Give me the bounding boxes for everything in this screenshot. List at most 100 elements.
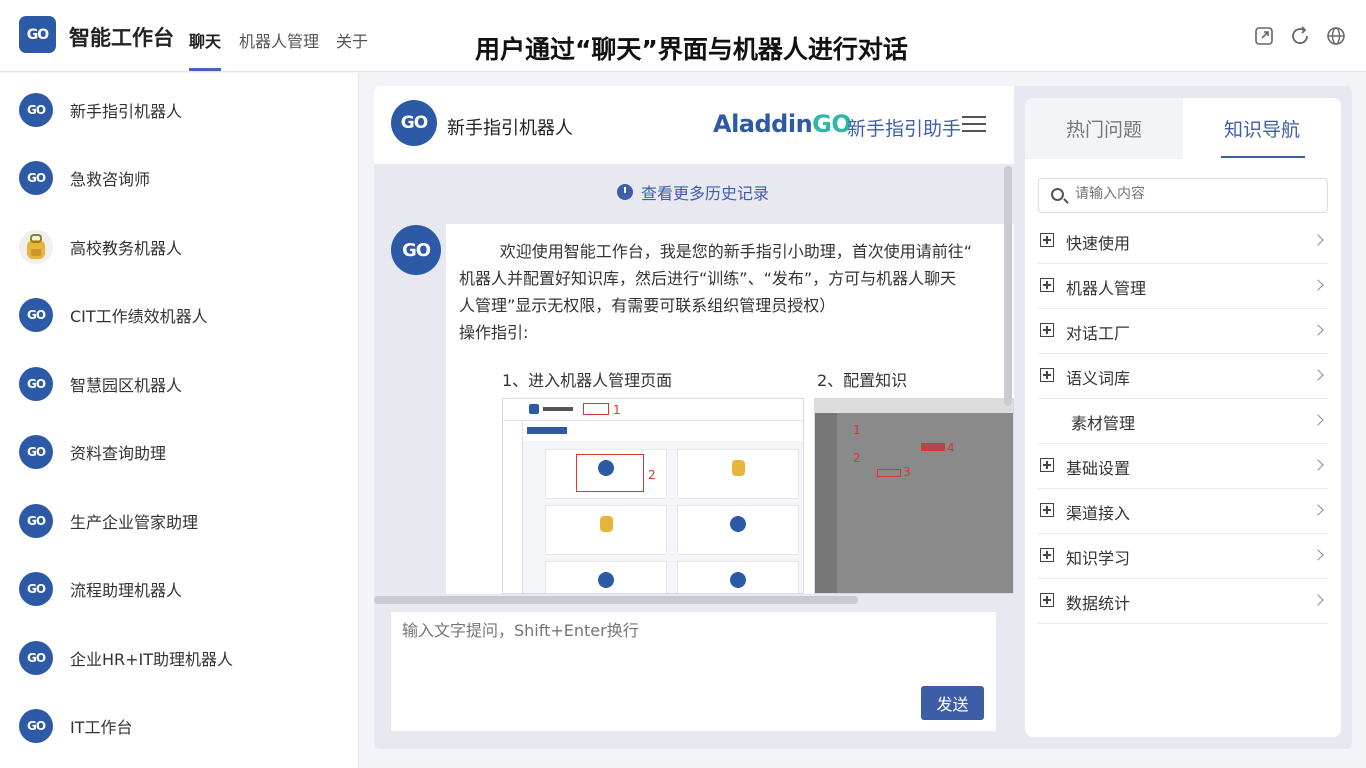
chevron-right-icon [1312, 594, 1324, 606]
nav-robot-management[interactable]: 机器人管理 [239, 28, 319, 52]
chevron-right-icon [1312, 369, 1324, 381]
chat-header: GO 新手指引机器人 AladdinGO 新手指引助手 [374, 86, 1014, 164]
bot-name: IT工作台 [70, 718, 133, 737]
chevron-right-icon [1312, 459, 1324, 471]
nav-active-indicator [189, 68, 221, 71]
chevron-right-icon [1312, 504, 1324, 516]
nav-about[interactable]: 关于 [336, 28, 368, 52]
chevron-right-icon [1312, 324, 1324, 336]
knowledge-item-label: 语义词库 [1066, 369, 1131, 388]
chevron-right-icon [1312, 549, 1324, 561]
nav-chat[interactable]: 聊天 [189, 28, 221, 52]
knowledge-item[interactable]: 知识学习 [1038, 534, 1328, 579]
knowledge-item-label: 快速使用 [1066, 234, 1131, 253]
brand-logo: AladdinGO [713, 110, 852, 138]
bot-item[interactable]: GO 企业HR+IT助理机器人 [0, 628, 358, 688]
app-title: 智能工作台 [69, 26, 174, 50]
bot-list-sidebar: GO 新手指引机器人 GO 急救咨询师 高校教务机器人 GO CIT工作绩效机器… [0, 73, 359, 768]
app-logo: GO [19, 16, 56, 53]
message-vertical-scrollbar[interactable] [1004, 166, 1012, 406]
search-icon [1051, 188, 1064, 201]
knowledge-item-label: 对话工厂 [1066, 324, 1131, 343]
go-avatar-icon: GO [19, 504, 53, 538]
top-bar: GO 智能工作台 聊天 机器人管理 关于 用户通过“聊天”界面与机器人进行对话 [0, 0, 1366, 72]
history-link[interactable]: 查看更多历史记录 [617, 180, 769, 204]
message-input[interactable] [402, 621, 962, 640]
bot-name: 流程助理机器人 [70, 581, 183, 600]
clock-icon [617, 184, 633, 200]
bot-item[interactable]: GO IT工作台 [0, 696, 358, 756]
bot-item[interactable]: GO 流程助理机器人 [0, 559, 358, 619]
brand-go-text: GO [812, 110, 852, 138]
knowledge-item[interactable]: 数据统计 [1038, 579, 1328, 624]
go-avatar-icon: GO [19, 298, 53, 332]
step-1-label: 1、进入机器人管理页面 [502, 371, 673, 390]
knowledge-search-input[interactable] [1075, 186, 1315, 202]
go-avatar-icon: GO [19, 93, 53, 127]
chevron-right-icon [1312, 234, 1324, 246]
guide-screenshot-2: 1 2 3 4 [814, 398, 1014, 594]
bot-item[interactable]: GO 新手指引机器人 [0, 80, 358, 140]
backpack-avatar-icon [19, 230, 53, 264]
knowledge-item-label: 机器人管理 [1066, 279, 1147, 298]
knowledge-item-label: 数据统计 [1066, 594, 1131, 613]
bot-item[interactable]: GO 生产企业管家助理 [0, 491, 358, 551]
send-button[interactable]: 发送 [921, 686, 984, 720]
go-avatar-icon: GO [19, 572, 53, 606]
message-input-area: 发送 [391, 612, 996, 731]
refresh-icon[interactable] [1289, 25, 1311, 47]
bot-item[interactable]: GO 资料查询助理 [0, 422, 358, 482]
bot-name: CIT工作绩效机器人 [70, 307, 208, 326]
expand-plus-icon [1040, 323, 1054, 337]
knowledge-item[interactable]: 快速使用 [1038, 219, 1328, 264]
knowledge-item[interactable]: 基础设置 [1038, 444, 1328, 489]
bot-item[interactable]: GO CIT工作绩效机器人 [0, 285, 358, 345]
knowledge-item-label: 渠道接入 [1066, 504, 1131, 523]
knowledge-item-label: 知识学习 [1066, 549, 1131, 568]
go-avatar-icon: GO [19, 709, 53, 743]
message-line: 人管理”显示无权限，有需要可联系组织管理员授权） [459, 296, 836, 315]
tab-hot-questions[interactable]: 热门问题 [1025, 98, 1183, 159]
bot-name: 新手指引机器人 [70, 102, 183, 121]
bot-item[interactable]: GO 智慧园区机器人 [0, 354, 358, 414]
step-2-label: 2、配置知识 [817, 371, 908, 390]
tab-active-indicator [1221, 156, 1305, 158]
go-avatar-icon: GO [19, 161, 53, 195]
expand-plus-icon [1040, 593, 1054, 607]
message-text: 欢迎使用智能工作台，我是您的新手指引小助理，首次使用请前往“ 机器人并配置好知识… [459, 238, 1014, 346]
assistant-label: 新手指引助手 [847, 118, 962, 140]
bot-name: 智慧园区机器人 [70, 376, 183, 395]
knowledge-search [1038, 178, 1328, 213]
tab-knowledge-nav[interactable]: 知识导航 [1183, 98, 1341, 159]
expand-plus-icon [1040, 458, 1054, 472]
knowledge-item[interactable]: 渠道接入 [1038, 489, 1328, 534]
chevron-right-icon [1312, 414, 1324, 426]
bot-name: 急救咨询师 [70, 170, 151, 189]
knowledge-item-label: 素材管理 [1071, 414, 1136, 433]
knowledge-item[interactable]: 对话工厂 [1038, 309, 1328, 354]
bot-item[interactable]: GO 急救咨询师 [0, 148, 358, 208]
bot-name: 企业HR+IT助理机器人 [70, 650, 234, 669]
knowledge-item[interactable]: 语义词库 [1038, 354, 1328, 399]
history-link-label: 查看更多历史记录 [641, 184, 770, 203]
globe-icon[interactable] [1325, 25, 1347, 47]
knowledge-item[interactable]: 机器人管理 [1038, 264, 1328, 309]
page-caption: 用户通过“聊天”界面与机器人进行对话 [475, 35, 908, 64]
brand-main-text: Aladdin [713, 110, 813, 138]
guide-screenshot-1: 1 2 [502, 398, 804, 594]
message-line: 机器人并配置好知识库，然后进行“训练”、“发布”，方可与机器人聊天 [459, 269, 957, 288]
bot-name: 资料查询助理 [70, 444, 167, 463]
go-avatar-icon: GO [19, 435, 53, 469]
knowledge-item[interactable]: 素材管理 [1038, 399, 1328, 444]
go-avatar-icon: GO [19, 367, 53, 401]
expand-plus-icon [1040, 278, 1054, 292]
menu-icon[interactable] [962, 116, 986, 134]
bot-item[interactable]: 高校教务机器人 [0, 217, 358, 277]
knowledge-panel: 热门问题 知识导航 快速使用 机器人管理 对话工厂 语义词库 素材管理 基础设置… [1025, 98, 1341, 737]
chat-bot-name: 新手指引机器人 [447, 118, 573, 139]
message-line: 操作指引: [459, 323, 529, 342]
chevron-right-icon [1312, 279, 1324, 291]
external-link-icon[interactable] [1253, 25, 1275, 47]
expand-plus-icon [1040, 548, 1054, 562]
message-horizontal-scrollbar[interactable] [374, 596, 858, 604]
